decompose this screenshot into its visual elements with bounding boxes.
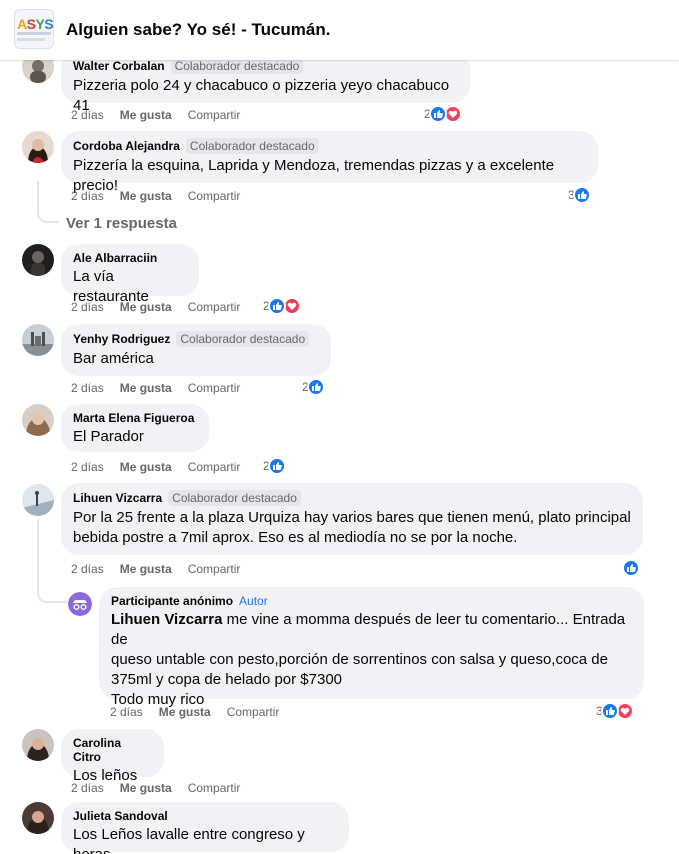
comment-time[interactable]: 2 días	[71, 781, 104, 795]
share-button[interactable]: Compartir	[188, 300, 241, 314]
comment-time[interactable]: 2 días	[71, 108, 104, 122]
comment-time[interactable]: 2 días	[71, 562, 104, 576]
reaction-summary[interactable]: 2	[302, 378, 325, 396]
avatar[interactable]	[22, 324, 54, 356]
thumbs-up-icon	[428, 105, 447, 123]
comment-time[interactable]: 2 días	[71, 381, 104, 395]
top-contributor-badge: Colaborador destacado	[185, 138, 319, 154]
like-button[interactable]: Me gusta	[120, 300, 172, 314]
comment-author[interactable]: Carolina Citro	[73, 736, 152, 764]
comment-author[interactable]: Yenhy Rodriguez	[73, 332, 170, 346]
mention-link[interactable]: Lihuen Vizcarra	[111, 611, 222, 628]
comment-author[interactable]: Cordoba Alejandra	[73, 139, 180, 153]
reply-actions: 2 días Me gusta Compartir	[110, 705, 279, 719]
like-button[interactable]: Me gusta	[159, 705, 211, 719]
comment-text: El Parador	[73, 428, 144, 445]
thumbs-up-icon	[267, 457, 286, 475]
anonymous-avatar-icon[interactable]	[68, 592, 92, 616]
view-replies-link[interactable]: Ver 1 respuesta	[66, 215, 177, 232]
group-header: ASYS Alguien sabe? Yo sé! - Tucumán.	[0, 0, 679, 60]
comment-author[interactable]: Ale Albarraciin	[73, 251, 157, 265]
comment-bubble: Lihuen Vizcarra Colaborador destacado Po…	[61, 483, 643, 555]
avatar[interactable]	[22, 244, 54, 276]
share-button[interactable]: Compartir	[188, 108, 241, 122]
avatar[interactable]	[22, 131, 54, 163]
thumbs-up-icon	[306, 378, 325, 396]
reaction-summary[interactable]: 3	[568, 186, 591, 204]
comment-text: Por la 25 frente a la plaza Urquiza hay …	[73, 508, 631, 548]
comment-text: Bar américa	[73, 350, 154, 367]
comment-author[interactable]: Walter Corbalan	[73, 59, 165, 73]
avatar[interactable]	[22, 484, 54, 516]
reaction-summary[interactable]: 2	[263, 297, 301, 315]
comment-bubble: Ale Albarraciin La vía restaurante	[61, 244, 199, 305]
reply-bubble: Participante anónimo Autor Lihuen Vizcar…	[99, 587, 644, 708]
thumbs-up-icon	[267, 297, 286, 315]
comment-actions: 2 días Me gusta Compartir	[71, 108, 240, 122]
share-button[interactable]: Compartir	[188, 460, 241, 474]
share-button[interactable]: Compartir	[188, 781, 241, 795]
comment-time[interactable]: 2 días	[71, 189, 104, 203]
avatar[interactable]	[22, 802, 54, 834]
comment-author[interactable]: Lihuen Vizcarra	[73, 491, 162, 505]
reply-author[interactable]: Participante anónimo	[111, 594, 233, 608]
comment-bubble: Cordoba Alejandra Colaborador destacado …	[61, 131, 598, 194]
comment-time[interactable]: 2 días	[71, 300, 104, 314]
thumbs-up-icon	[622, 559, 640, 577]
comment-actions: 2 días Me gusta Compartir	[71, 300, 240, 314]
reaction-summary[interactable]: 2	[263, 457, 286, 475]
comment-text-line: Por la 25 frente a la plaza Urquiza hay …	[73, 509, 631, 526]
group-title[interactable]: Alguien sabe? Yo sé! - Tucumán.	[66, 20, 331, 40]
thumbs-up-icon	[600, 702, 619, 720]
like-button[interactable]: Me gusta	[120, 189, 172, 203]
reaction-summary[interactable]: 3	[596, 702, 634, 720]
comment-actions: 2 días Me gusta Compartir	[71, 562, 240, 576]
comment-bubble: Marta Elena Figueroa El Parador	[61, 404, 209, 452]
top-contributor-badge: Colaborador destacado	[170, 58, 304, 74]
comment-actions: 2 días Me gusta Compartir	[71, 781, 240, 795]
share-button[interactable]: Compartir	[188, 381, 241, 395]
share-button[interactable]: Compartir	[188, 562, 241, 576]
avatar[interactable]	[22, 729, 54, 761]
comment-actions: 2 días Me gusta Compartir	[71, 460, 240, 474]
like-button[interactable]: Me gusta	[120, 460, 172, 474]
comment-actions: 2 días Me gusta Compartir	[71, 189, 240, 203]
comment-time[interactable]: 2 días	[71, 460, 104, 474]
thread-connector	[37, 181, 59, 223]
comment-author[interactable]: Marta Elena Figueroa	[73, 411, 194, 425]
reply-text: Lihuen Vizcarra me vine a momma después …	[111, 610, 632, 710]
top-contributor-badge: Colaborador destacado	[176, 331, 310, 347]
share-button[interactable]: Compartir	[227, 705, 280, 719]
share-button[interactable]: Compartir	[188, 189, 241, 203]
comment-bubble: Carolina Citro Los leños	[61, 729, 164, 784]
comment-author[interactable]: Julieta Sandoval	[73, 809, 168, 823]
like-button[interactable]: Me gusta	[120, 562, 172, 576]
reply-text-line: 375ml y copa de helado por $7300	[111, 671, 343, 688]
comment-actions: 2 días Me gusta Compartir	[71, 381, 240, 395]
comment-text-line: bebida postre a 7mil aprox. Eso es al me…	[73, 529, 518, 546]
comment-text: Los Leños lavalle entre congreso y heras	[73, 826, 305, 854]
reply-time[interactable]: 2 días	[110, 705, 143, 719]
comment-bubble: Julieta Sandoval Los Leños lavalle entre…	[61, 802, 349, 854]
like-button[interactable]: Me gusta	[120, 108, 172, 122]
avatar[interactable]	[22, 404, 54, 436]
reaction-summary[interactable]	[622, 559, 640, 577]
author-badge: Autor	[239, 594, 268, 608]
comment-bubble: Yenhy Rodriguez Colaborador destacado Ba…	[61, 324, 331, 376]
reaction-summary[interactable]: 2	[424, 105, 462, 123]
top-contributor-badge: Colaborador destacado	[168, 490, 301, 506]
reply-text-line: queso untable con pesto,porción de sorre…	[111, 651, 608, 668]
like-button[interactable]: Me gusta	[120, 781, 172, 795]
thumbs-up-icon	[572, 186, 591, 204]
group-logo[interactable]: ASYS	[14, 9, 54, 49]
like-button[interactable]: Me gusta	[120, 381, 172, 395]
